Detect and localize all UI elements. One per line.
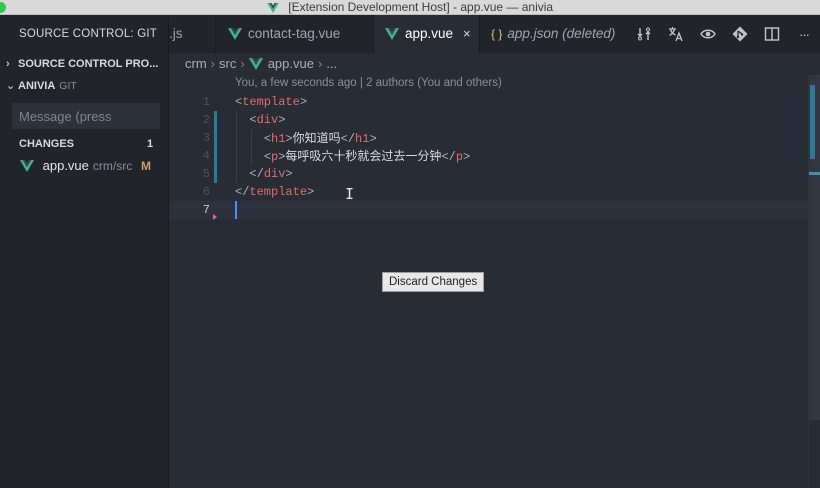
repo-provider: GIT <box>59 80 77 92</box>
overview-modified-marker <box>810 85 815 159</box>
vue-file-icon <box>248 58 263 70</box>
vue-logo-icon <box>266 2 279 13</box>
translate-icon[interactable] <box>660 15 692 53</box>
gutter-modified-marker[interactable] <box>214 147 217 165</box>
breadcrumb-item[interactable]: crm <box>185 56 207 71</box>
breadcrumb-item[interactable]: app.vue <box>268 56 314 71</box>
repo-name: ANIVIA <box>18 80 56 92</box>
line-code: <h1>你知道吗</h1> <box>263 131 377 146</box>
line-code: </template> <box>235 185 315 199</box>
breadcrumb-item[interactable]: src <box>219 56 236 71</box>
line-number: 3 <box>202 131 210 145</box>
git-blame-codelens[interactable]: You, a few seconds ago | 2 authors (You … <box>235 77 502 89</box>
line-number: 7 <box>202 203 210 217</box>
window-title: [Extension Development Host] - app.vue —… <box>0 0 820 15</box>
vue-file-icon <box>228 28 242 40</box>
text-cursor <box>235 201 237 219</box>
source-control-sidebar: SOURCE CONTROL: GIT › SOURCE CONTROL PRO.… <box>0 15 169 488</box>
commit-message-input[interactable] <box>12 103 160 129</box>
chevron-right-icon: › <box>6 58 10 70</box>
code-line: 4 <p>每呼吸六十秒就会过去一分钟</p> <box>169 147 809 165</box>
discard-changes-tooltip: Discard Changes <box>382 272 485 292</box>
line-code: <div> <box>249 113 286 127</box>
changes-count-badge: 1 <box>142 136 158 152</box>
line-code: <template> <box>235 95 308 109</box>
editor-actions: ··· <box>628 15 820 53</box>
line-number: 6 <box>202 185 210 199</box>
tab-app-json-deleted[interactable]: { } app.json (deleted) <box>480 15 632 53</box>
vue-file-icon <box>385 28 399 40</box>
changed-file-name: app.vue <box>42 158 89 173</box>
line-number: 5 <box>202 167 210 181</box>
gutter-deleted-marker[interactable] <box>213 214 217 220</box>
line-number: 4 <box>202 149 210 163</box>
tab-label: contact-tag.vue <box>248 26 341 41</box>
code-line: 2 <div> <box>169 111 809 129</box>
changes-group-header[interactable]: CHANGES 1 <box>0 133 168 155</box>
gutter-modified-marker[interactable] <box>214 129 217 147</box>
modified-status-badge: M <box>141 159 151 173</box>
vertical-scrollbar[interactable] <box>808 75 820 488</box>
code-line: 5 </div> <box>169 165 809 183</box>
code-line: 3 <h1>你知道吗</h1> <box>169 129 809 147</box>
window-title-text: [Extension Development Host] - app.vue —… <box>288 0 554 14</box>
json-file-icon: { } <box>491 27 503 41</box>
repository-header[interactable]: ⌄ ANIVIA GIT <box>0 75 168 97</box>
editor-tab-bar: .js contact-tag.vue app.vue × { } app.json… <box>169 15 820 53</box>
providers-label: SOURCE CONTROL PRO... <box>18 58 159 70</box>
git-compare-icon[interactable] <box>724 15 756 53</box>
breadcrumb: crm › src › app.vue ›... <box>169 53 820 75</box>
breadcrumb-item[interactable]: ... <box>326 56 337 71</box>
chevron-right-icon: › <box>240 56 245 71</box>
chevron-down-icon: ⌄ <box>6 80 16 92</box>
close-icon[interactable]: × <box>463 15 471 53</box>
line-code: <p>每呼吸六十秒就会过去一分钟</p> <box>263 149 471 164</box>
more-icon[interactable]: ··· <box>788 15 820 53</box>
chevron-right-icon: › <box>317 56 323 71</box>
tab-label: app.json (deleted) <box>507 26 616 41</box>
vue-file-icon <box>20 160 34 172</box>
line-number: 2 <box>202 113 210 127</box>
tab-label: app.vue <box>405 26 454 41</box>
code-line: 6 </template> <box>169 183 809 201</box>
tab-js[interactable]: .js <box>169 15 216 53</box>
changes-label: CHANGES <box>19 138 75 150</box>
open-changes-icon[interactable] <box>628 15 660 53</box>
changed-file-path: crm/src <box>92 159 133 173</box>
gutter-modified-marker[interactable] <box>214 111 217 129</box>
window-titlebar: [Extension Development Host] - app.vue —… <box>0 0 820 15</box>
code-editor[interactable]: You, a few seconds ago | 2 authors (You … <box>169 75 820 488</box>
mouse-ibeam-icon: I <box>345 185 355 203</box>
chevron-right-icon: › <box>210 56 216 71</box>
split-editor-icon[interactable] <box>756 15 788 53</box>
line-number: 1 <box>202 95 210 109</box>
source-control-providers-header[interactable]: › SOURCE CONTROL PRO... <box>0 53 168 75</box>
tab-label: .js <box>169 26 183 41</box>
line-code: </div> <box>249 167 293 181</box>
gutter-modified-marker[interactable] <box>214 165 217 183</box>
sidebar-title: SOURCE CONTROL: GIT <box>0 15 168 53</box>
overview-cursor-marker <box>809 172 820 175</box>
code-line: 1 <template> <box>169 93 809 111</box>
preview-icon[interactable] <box>692 15 724 53</box>
tab-contact-tag-vue[interactable]: contact-tag.vue <box>216 15 374 53</box>
changed-file-row[interactable]: app.vue crm/src M <box>0 155 168 177</box>
tab-app-vue[interactable]: app.vue × <box>374 15 480 53</box>
code-line-current: 7 <box>169 201 809 219</box>
